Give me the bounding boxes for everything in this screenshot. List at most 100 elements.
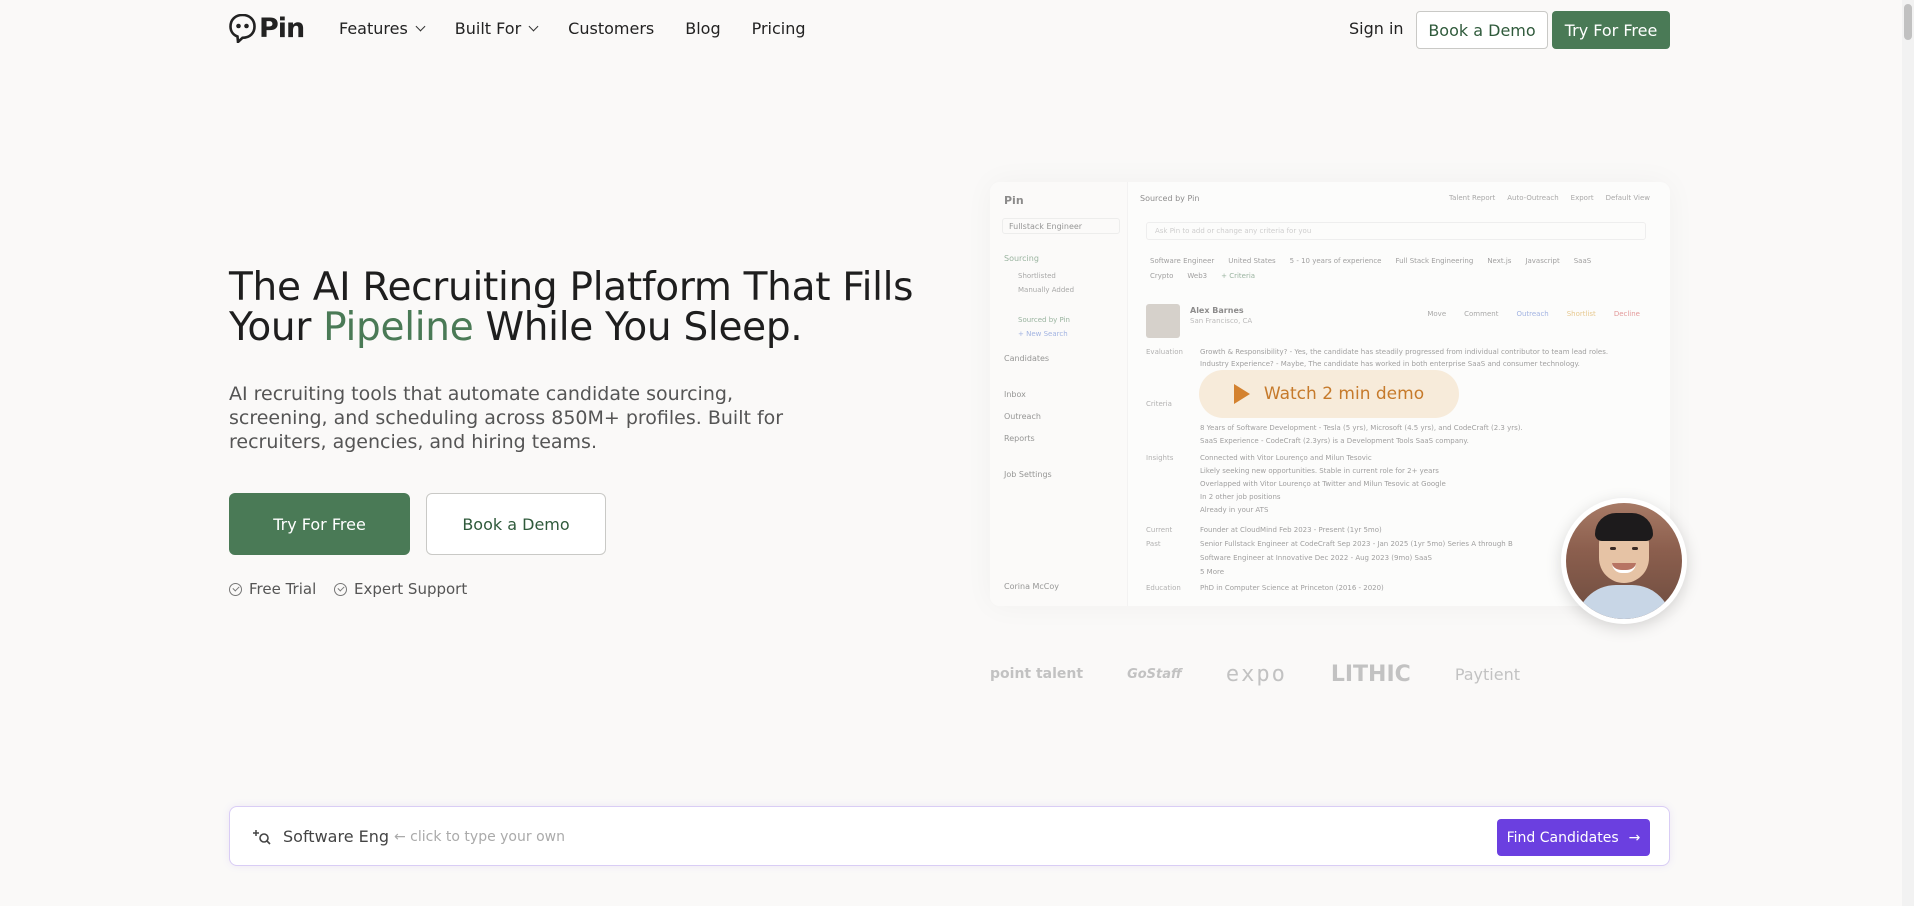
check-circle-icon: [334, 582, 347, 596]
nav-customers-label: Customers: [568, 19, 655, 38]
top-nav: Pin Features Built For Customers Blog Pr…: [0, 0, 1914, 60]
mock-candidate-actions: Move Comment Outreach Shortlist Decline: [1427, 310, 1640, 318]
mock-chip-add: + Criteria: [1221, 272, 1256, 280]
scrollbar[interactable]: [1902, 0, 1914, 906]
mock-sidebar-job-settings: Job Settings: [1004, 470, 1052, 479]
nav-customers[interactable]: Customers: [568, 19, 654, 38]
play-icon: [1233, 384, 1250, 404]
candidate-search-bar[interactable]: Software Eng ← click to type your own Fi…: [229, 806, 1670, 866]
logo-paytient: Paytient: [1454, 664, 1520, 684]
mock-row-text: Growth & Responsibility? - Yes, the cand…: [1200, 348, 1609, 356]
customer-logos: point talent GoStaff expo LITHIC Paytien…: [990, 662, 1670, 686]
mock-sidebar-candidates: Candidates: [1004, 354, 1050, 363]
mock-row-text: Founder at CloudMind Feb 2023 - Present …: [1200, 526, 1382, 534]
mock-top-actions: Talent Report Auto-Outreach Export Defau…: [1449, 194, 1650, 202]
mock-row-label: Past: [1146, 540, 1161, 548]
mock-sidebar-sourced-by-pin: Sourced by Pin: [1018, 316, 1070, 324]
mock-action-decline: Decline: [1613, 310, 1640, 318]
mock-candidate-location: San Francisco, CA: [1190, 317, 1253, 325]
mock-action-outreach: Outreach: [1516, 310, 1549, 318]
hero-subtitle: AI recruiting tools that automate candid…: [229, 383, 784, 453]
mock-row-text: 8 Years of Software Development - Tesla …: [1200, 424, 1523, 432]
mock-chip: Full Stack Engineering: [1395, 257, 1474, 265]
hero-book-demo-button[interactable]: Book a Demo: [426, 493, 606, 555]
nav-blog-label: Blog: [685, 19, 721, 38]
logo-expo: expo: [1225, 662, 1287, 686]
avatar-shirt: [1576, 585, 1672, 619]
mock-sidebar-user: Corina McCoy: [1004, 582, 1060, 591]
mock-row-text: Senior Fullstack Engineer at CodeCraft S…: [1200, 540, 1513, 548]
search-input[interactable]: Software Eng: [283, 827, 389, 846]
mock-action-move: Move: [1427, 310, 1447, 318]
nav-features-label: Features: [339, 19, 408, 38]
avatar-eye: [1610, 547, 1616, 550]
logo-text: Pin: [259, 13, 305, 44]
mock-row-text: SaaS Experience - CodeCraft (2.3yrs) is …: [1200, 437, 1469, 445]
mock-chip: Software Engineer: [1150, 257, 1215, 265]
nav-links: Features Built For Customers Blog Pricin…: [339, 19, 806, 38]
watch-demo-button[interactable]: Watch 2 min demo: [1199, 370, 1459, 418]
mock-default-view: Default View: [1605, 194, 1650, 202]
mock-sidebar-outreach: Outreach: [1004, 412, 1041, 421]
logo-point-talent: point talent: [990, 666, 1084, 682]
find-candidates-button[interactable]: Find Candidates →: [1497, 819, 1650, 856]
mock-criteria-chips: Software Engineer United States 5 - 10 y…: [1146, 256, 1595, 266]
sparkle-search-icon: [253, 830, 271, 845]
mock-chip: Web3: [1187, 272, 1208, 280]
mock-row-label: Education: [1146, 584, 1181, 592]
sign-in-link[interactable]: Sign in: [1349, 19, 1404, 38]
mock-talent-report: Talent Report: [1448, 194, 1496, 202]
mock-row-label: Current: [1146, 526, 1173, 534]
nav-book-demo-button[interactable]: Book a Demo: [1416, 11, 1548, 49]
search-hint: ← click to type your own: [394, 829, 565, 845]
avatar-photo: [1566, 503, 1682, 619]
testimonial-avatar: [1561, 498, 1687, 624]
avatar-hair: [1595, 513, 1653, 541]
nav-try-free-button[interactable]: Try For Free: [1552, 11, 1670, 49]
mock-logo: Pin: [1004, 194, 1024, 207]
nav-pricing[interactable]: Pricing: [752, 19, 806, 38]
feature-free-trial-label: Free Trial: [249, 580, 317, 598]
mock-criteria-chips-2: Crypto Web3 + Criteria: [1146, 271, 1259, 281]
mock-row-text: Software Engineer at Innovative Dec 2022…: [1200, 554, 1432, 562]
logo[interactable]: Pin: [229, 13, 305, 44]
mock-sidebar-new-search: + New Search: [1018, 330, 1068, 338]
hero-title-part2: While You Sleep.: [473, 305, 803, 350]
mock-row-text: Industry Experience? - Maybe, The candid…: [1200, 360, 1580, 368]
mock-row-text: In 2 other job positions: [1200, 493, 1281, 501]
mock-chip: United States: [1228, 257, 1276, 265]
chevron-down-icon: [528, 21, 539, 32]
mock-row-text: Already in your ATS: [1200, 506, 1269, 514]
hero-title: The AI Recruiting Platform That Fills Yo…: [229, 268, 929, 348]
nav-features[interactable]: Features: [339, 19, 426, 38]
logo-gostaff: GoStaff: [1127, 666, 1182, 682]
mock-candidate-name: Alex Barnes: [1190, 306, 1244, 315]
mock-chip: 5 - 10 years of experience: [1289, 257, 1382, 265]
nav-built-for[interactable]: Built For: [454, 19, 539, 38]
check-circle-icon: [229, 582, 242, 596]
mock-chip: SaaS: [1573, 257, 1592, 265]
nav-blog[interactable]: Blog: [685, 19, 720, 38]
mock-sidebar-reports: Reports: [1004, 434, 1035, 443]
hero-title-accent: Pipeline: [323, 305, 474, 350]
nav-built-for-label: Built For: [454, 19, 522, 38]
mock-chip: Crypto: [1150, 272, 1174, 280]
mock-sidebar: Pin Fullstack Engineer Sourcing Shortlis…: [990, 182, 1128, 606]
arrow-right-icon: →: [1628, 829, 1641, 846]
chevron-down-icon: [415, 21, 426, 32]
hero-try-free-button[interactable]: Try For Free: [229, 493, 410, 555]
pin-logo-icon: [229, 14, 256, 43]
mock-row-text: Overlapped with Vitor Lourenço at Twitte…: [1200, 480, 1446, 488]
mock-row-text: Likely seeking new opportunities. Stable…: [1200, 467, 1439, 475]
mock-job-select: Fullstack Engineer: [1002, 218, 1120, 234]
mock-row-text: Connected with Vitor Lourenço and Milun …: [1200, 454, 1372, 462]
mock-row-text: PhD in Computer Science at Princeton (20…: [1200, 584, 1384, 592]
mock-top-title: Sourced by Pin: [1140, 194, 1200, 203]
mock-candidate-photo: [1146, 304, 1180, 338]
mock-sidebar-manually-added: Manually Added: [1018, 286, 1075, 294]
scrollbar-thumb[interactable]: [1904, 4, 1912, 40]
feature-expert-support: Expert Support: [334, 580, 467, 598]
mock-sidebar-shortlisted: Shortlisted: [1018, 272, 1056, 280]
mock-action-comment: Comment: [1464, 310, 1499, 318]
feature-expert-support-label: Expert Support: [354, 580, 468, 598]
